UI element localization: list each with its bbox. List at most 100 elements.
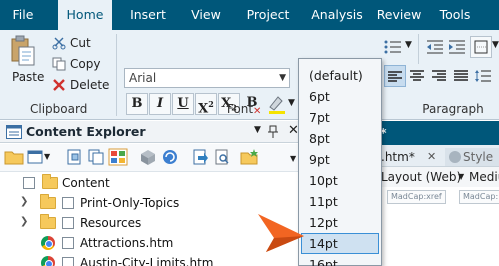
borders-icon xyxy=(474,40,488,54)
chevron-down-icon[interactable]: ▼ xyxy=(288,98,295,108)
cut-label: Cut xyxy=(70,36,91,50)
chrome-browser-icon xyxy=(41,236,55,250)
align-left-button[interactable] xyxy=(384,65,406,87)
highlight-color-button[interactable] xyxy=(266,93,288,115)
menu-view[interactable]: View xyxy=(184,0,228,30)
pin-icon[interactable] xyxy=(268,125,278,139)
ribbon: Paste Cut Copy Delete Clipboard Arial ▼ … xyxy=(0,30,499,120)
paragraph-group-label: Paragraph xyxy=(422,102,484,116)
chevron-down-icon[interactable]: ▼ xyxy=(492,40,499,50)
chevron-down-icon[interactable]: ▼ xyxy=(290,154,296,163)
chevron-right-icon[interactable]: ❯ xyxy=(20,196,28,207)
borders-button[interactable] xyxy=(470,36,492,58)
align-left-icon xyxy=(388,71,402,82)
chrome-browser-icon xyxy=(41,256,55,266)
line-spacing-button[interactable] xyxy=(472,65,494,87)
tree-row-resources[interactable]: ❯ Resources xyxy=(0,213,300,233)
copy-icon xyxy=(52,57,66,71)
font-size-option[interactable]: 8pt xyxy=(301,128,379,149)
menu-insert[interactable]: Insert xyxy=(122,0,174,30)
italic-button[interactable]: I xyxy=(149,93,171,115)
line-spacing-icon xyxy=(475,70,491,82)
close-tab-icon[interactable]: ✕ xyxy=(427,148,436,166)
ribbon-separator xyxy=(116,34,117,116)
font-size-option[interactable]: 9pt xyxy=(301,149,379,170)
outdent-icon xyxy=(427,40,443,54)
style-tab-label: Style xyxy=(463,150,494,164)
align-center-icon xyxy=(410,70,424,81)
decrease-indent-button[interactable] xyxy=(424,36,446,58)
align-right-button[interactable] xyxy=(428,65,450,87)
open-document-icon[interactable] xyxy=(190,148,210,166)
content-explorer-icon xyxy=(6,125,22,139)
ribbon-separator xyxy=(418,34,419,64)
chevron-down-icon[interactable]: ▼ xyxy=(405,40,412,50)
folder-icon xyxy=(40,194,56,209)
grid-view-icon[interactable] xyxy=(108,148,128,166)
clipboard-group-label: Clipboard xyxy=(30,102,88,116)
font-size-option[interactable]: 10pt xyxy=(301,170,379,191)
window-layout-icon[interactable] xyxy=(26,148,46,166)
font-size-option[interactable]: 7pt xyxy=(301,107,379,128)
row-checkbox[interactable] xyxy=(62,257,74,266)
paste-label: Paste xyxy=(12,70,45,84)
refresh-icon[interactable] xyxy=(160,148,180,166)
content-explorer-title-bar: Content Explorer ▼ ✕ xyxy=(0,121,310,143)
chevron-down-icon[interactable]: ▼ xyxy=(279,69,286,87)
tree-row-austin-city-limits[interactable]: Austin-City-Limits.htm xyxy=(0,253,300,266)
menu-file[interactable]: File xyxy=(0,0,46,30)
row-checkbox[interactable] xyxy=(23,177,35,189)
underline-button[interactable]: U xyxy=(172,93,194,115)
menu-analysis[interactable]: Analysis xyxy=(304,0,370,30)
font-size-option-selected[interactable]: 14pt xyxy=(301,233,379,254)
font-size-option[interactable]: 6pt xyxy=(301,86,379,107)
scissors-icon xyxy=(52,37,66,50)
delete-button[interactable]: Delete xyxy=(52,76,109,94)
chevron-down-icon[interactable]: ▼ xyxy=(44,152,50,161)
font-size-option[interactable]: 11pt xyxy=(301,191,379,212)
structure-tag: MadCap: xyxy=(459,190,499,204)
row-checkbox[interactable] xyxy=(62,197,74,209)
folder-icon xyxy=(40,214,56,229)
chevron-down-icon[interactable]: ▼ xyxy=(458,172,464,181)
tree-row-print-only-topics[interactable]: ❯ Print-Only-Topics xyxy=(0,193,300,213)
medium-selector[interactable]: Mediu xyxy=(469,170,499,184)
copy-label: Copy xyxy=(70,57,101,71)
align-center-button[interactable] xyxy=(406,65,428,87)
font-size-option[interactable]: 16pt xyxy=(301,254,379,266)
layout-selector[interactable]: Layout (Web) xyxy=(381,170,461,184)
menu-tools[interactable]: Tools xyxy=(432,0,478,30)
justify-button[interactable] xyxy=(450,65,472,87)
chevron-down-icon[interactable]: ▼ xyxy=(254,125,261,135)
cube-icon[interactable] xyxy=(138,148,158,166)
new-folder-icon[interactable] xyxy=(240,148,260,166)
new-item-icon[interactable] xyxy=(64,148,84,166)
bullet-list-button[interactable] xyxy=(382,36,404,58)
increase-indent-button[interactable] xyxy=(446,36,468,58)
structure-tag: MadCap:xref xyxy=(387,190,446,204)
indent-icon xyxy=(449,40,465,54)
tree-row-content[interactable]: Content xyxy=(0,173,300,193)
duplicate-icon[interactable] xyxy=(86,148,106,166)
align-right-icon xyxy=(432,70,446,81)
font-family-combo[interactable]: Arial ▼ xyxy=(124,68,290,88)
superscript-button[interactable]: X2 xyxy=(195,93,217,117)
menu-project[interactable]: Project xyxy=(238,0,298,30)
row-checkbox[interactable] xyxy=(62,237,74,249)
menu-review[interactable]: Review xyxy=(370,0,428,30)
font-size-option[interactable]: 12pt xyxy=(301,212,379,233)
tree-row-attractions[interactable]: Attractions.htm xyxy=(0,233,300,253)
chevron-right-icon[interactable]: ❯ xyxy=(20,216,28,227)
find-document-icon[interactable] xyxy=(212,148,232,166)
font-family-value: Arial xyxy=(129,71,157,85)
bold-button[interactable]: B xyxy=(126,93,148,115)
superscript-base: X xyxy=(198,101,209,117)
paste-icon xyxy=(11,35,35,66)
cut-button[interactable]: Cut xyxy=(52,34,91,52)
row-checkbox[interactable] xyxy=(62,217,74,229)
menu-home[interactable]: Home xyxy=(58,0,112,30)
document-tab[interactable]: .htm* xyxy=(381,148,415,166)
folder-open-icon[interactable] xyxy=(4,148,24,166)
font-size-option[interactable]: (default) xyxy=(301,65,379,86)
copy-button[interactable]: Copy xyxy=(52,55,100,73)
